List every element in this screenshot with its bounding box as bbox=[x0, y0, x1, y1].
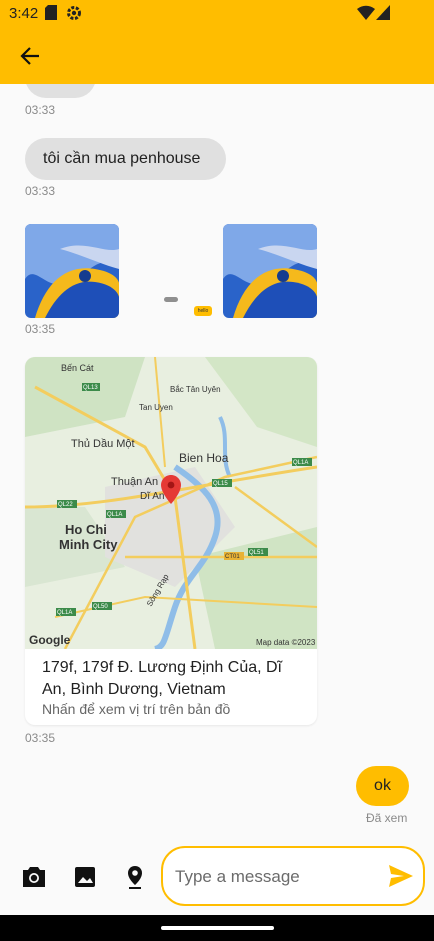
google-logo: Google bbox=[29, 633, 71, 647]
map-city-label: Ho Chi bbox=[65, 522, 107, 537]
map-place-label: Bến Cát bbox=[61, 363, 94, 373]
map-place-label: Tan Uyen bbox=[139, 403, 173, 412]
location-hint: Nhấn để xem vị trí trên bản đồ bbox=[42, 701, 231, 717]
message-composer bbox=[0, 839, 434, 915]
sticker-hello[interactable]: hello bbox=[194, 306, 212, 316]
settings-gear-icon bbox=[66, 5, 82, 26]
message-time: 03:35 bbox=[25, 731, 56, 745]
message-input-container bbox=[161, 846, 425, 906]
status-time: 3:42 bbox=[9, 5, 39, 22]
outgoing-message-bubble[interactable]: ok bbox=[356, 766, 409, 806]
map-road-label: QL50 bbox=[93, 604, 108, 610]
message-time: 03:35 bbox=[25, 322, 56, 336]
map-place-label: Bắc Tân Uyên bbox=[170, 385, 221, 394]
message-text: ok bbox=[374, 777, 391, 794]
sim-card-icon bbox=[45, 5, 57, 25]
map-road-label: QL15 bbox=[213, 481, 228, 487]
home-gesture-handle[interactable] bbox=[161, 926, 274, 930]
message-time: 03:33 bbox=[25, 184, 56, 198]
location-pin-icon bbox=[128, 866, 142, 889]
camera-icon bbox=[23, 867, 45, 887]
map-place-label: Thủ Dầu Một bbox=[71, 438, 135, 450]
sticker-text: hello bbox=[197, 308, 209, 314]
camera-button[interactable] bbox=[20, 863, 48, 891]
map-place-label: Dĩ An bbox=[140, 491, 164, 502]
image-attachment[interactable] bbox=[25, 224, 119, 318]
message-input[interactable] bbox=[173, 856, 377, 898]
wifi-icon bbox=[357, 5, 375, 25]
incoming-message-bubble[interactable]: tôi cần mua penhouse bbox=[25, 138, 226, 180]
message-seen-status: Đã xem bbox=[366, 811, 408, 825]
arrow-back-icon bbox=[20, 47, 39, 65]
location-button[interactable] bbox=[121, 863, 149, 891]
status-bar: 3:42 bbox=[0, 0, 434, 28]
map-road-label: QL51 bbox=[249, 550, 264, 556]
image-icon bbox=[75, 867, 95, 887]
map-road-label: QL1A bbox=[57, 610, 72, 616]
sticker-bubble-small[interactable] bbox=[164, 297, 178, 302]
back-button[interactable] bbox=[14, 40, 46, 72]
image-attachment[interactable] bbox=[223, 224, 317, 318]
system-navigation-bar bbox=[0, 915, 434, 941]
message-text: tôi cần mua penhouse bbox=[43, 150, 201, 167]
map-road-label: CT01 bbox=[225, 554, 240, 560]
map-attribution: Map data ©2023 bbox=[256, 638, 316, 647]
send-icon bbox=[389, 865, 413, 887]
map-place-label: Bien Hoa bbox=[179, 451, 229, 465]
incoming-bubble-partial[interactable] bbox=[25, 84, 96, 98]
map-preview: Bến Cát Bắc Tân Uyên Tan Uyen Thủ Dầu Mộ… bbox=[25, 357, 317, 649]
chat-message-list[interactable]: 03:33 tôi cần mua penhouse 03:33 hello 0… bbox=[0, 84, 434, 839]
message-time: 03:33 bbox=[25, 103, 56, 117]
map-road-label: QL13 bbox=[83, 385, 98, 391]
map-place-label: Thuận An bbox=[111, 476, 158, 488]
map-road-label: QL1A bbox=[293, 460, 308, 466]
location-message-card[interactable]: Bến Cát Bắc Tân Uyên Tan Uyen Thủ Dầu Mộ… bbox=[25, 357, 317, 725]
map-city-label: Minh City bbox=[59, 537, 118, 552]
gallery-button[interactable] bbox=[71, 863, 99, 891]
cell-signal-icon bbox=[376, 5, 390, 25]
send-button[interactable] bbox=[388, 864, 416, 890]
map-road-label: QL1A bbox=[107, 512, 122, 518]
app-bar bbox=[0, 28, 434, 84]
location-address: 179f, 179f Đ. Lương Định Của, Dĩ An, Bìn… bbox=[42, 659, 282, 698]
map-road-label: QL22 bbox=[58, 502, 73, 508]
